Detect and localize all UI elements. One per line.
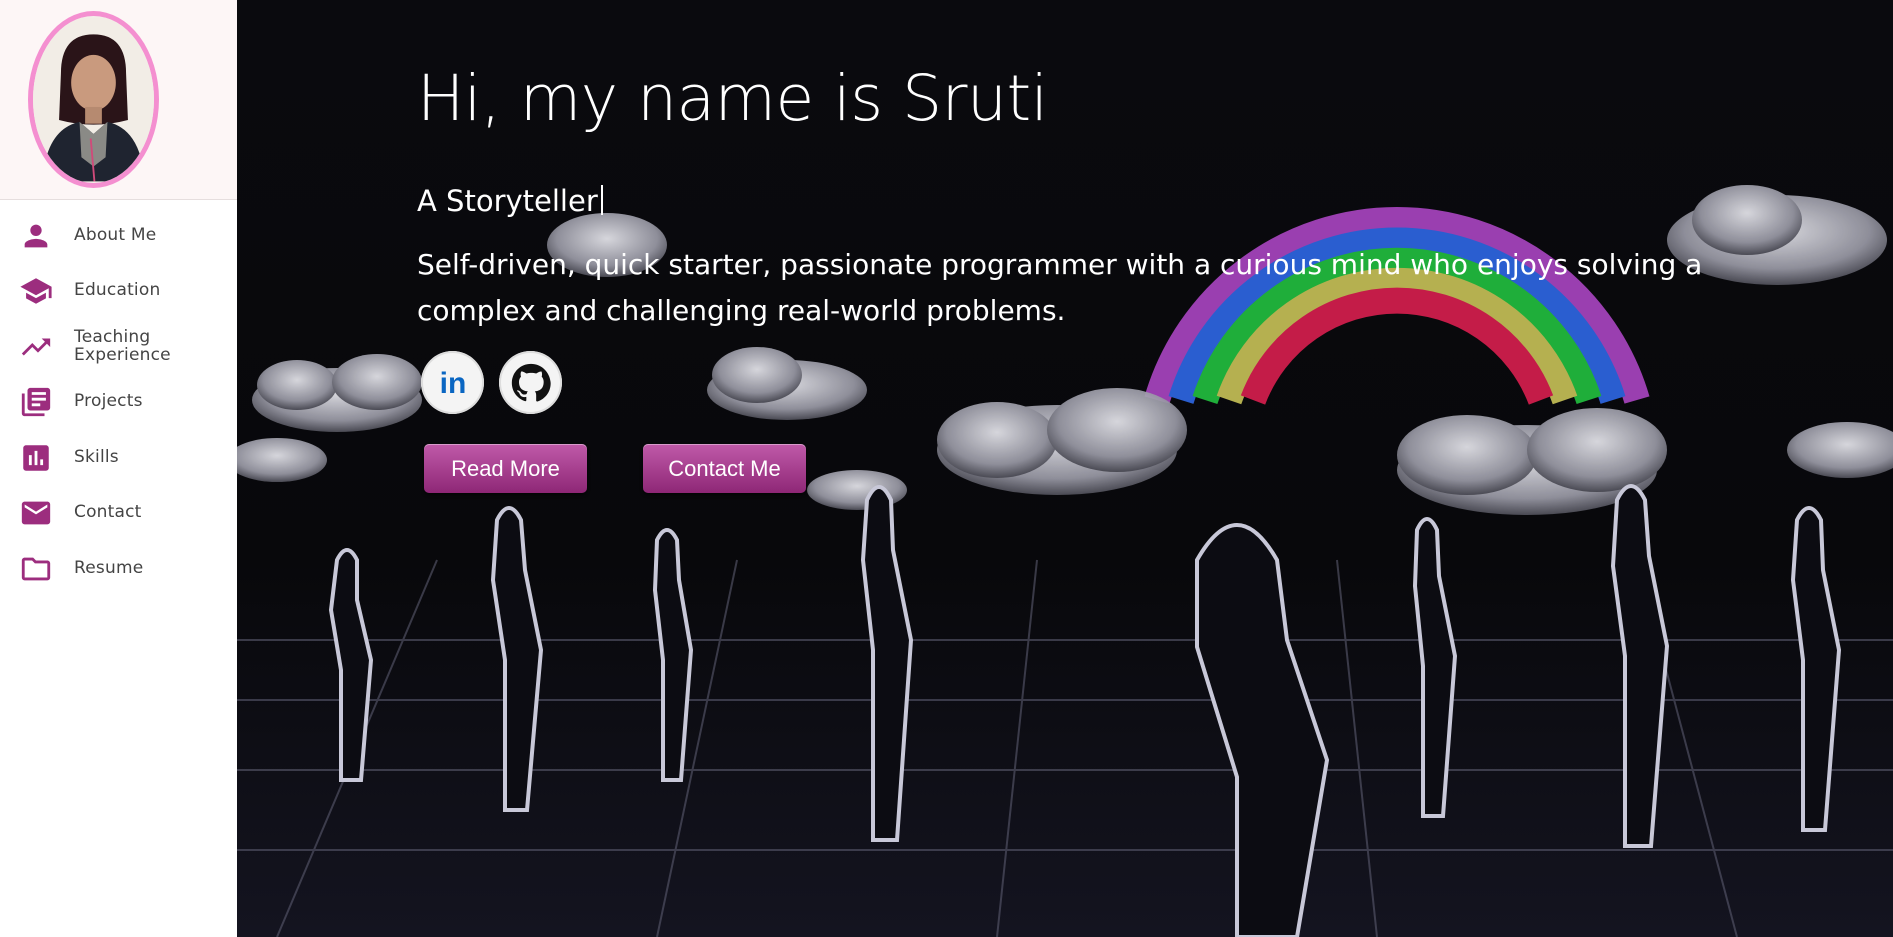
sidebar-item-label: Projects	[74, 391, 143, 412]
sidebar-item-label: Contact	[74, 502, 142, 523]
typed-subtitle: A Storyteller	[417, 184, 603, 218]
sidebar-item-label: Skills	[74, 446, 119, 467]
typing-cursor	[600, 185, 603, 215]
avatar	[28, 11, 159, 188]
linkedin-link[interactable]: in	[421, 351, 484, 414]
hero-description: Self-driven, quick starter, passionate p…	[417, 248, 1703, 327]
avatar-portrait	[33, 17, 154, 182]
sidebar-item-contact[interactable]: Contact	[0, 486, 237, 542]
sidebar-nav: About Me Education Teaching Experience P…	[0, 200, 237, 597]
sidebar-item-label: Teaching Experience	[74, 326, 171, 365]
svg-text:in: in	[439, 367, 466, 400]
contact-me-button[interactable]: Contact Me	[643, 444, 806, 493]
typed-text: A Storyteller	[417, 184, 598, 218]
sidebar-item-about-me[interactable]: About Me	[0, 208, 237, 264]
github-icon	[511, 363, 551, 402]
profile-header	[0, 0, 237, 200]
person-icon	[18, 218, 54, 254]
read-more-button[interactable]: Read More	[424, 444, 587, 493]
sidebar-item-teaching-experience[interactable]: Teaching Experience	[0, 319, 237, 375]
folder-icon	[18, 551, 54, 587]
sidebar-item-label: Resume	[74, 557, 144, 578]
page-title: Hi, my name is Sruti	[417, 62, 1048, 135]
sidebar-item-skills[interactable]: Skills	[0, 430, 237, 486]
hero-actions: Read More Contact Me	[424, 444, 806, 493]
hero-section: Hi, my name is Sruti A Storyteller Self-…	[237, 0, 1893, 937]
library-books-icon	[18, 384, 54, 420]
sidebar: About Me Education Teaching Experience P…	[0, 0, 237, 937]
trending-up-icon	[18, 329, 54, 365]
bar-chart-icon	[18, 440, 54, 476]
sidebar-item-resume[interactable]: Resume	[0, 541, 237, 597]
sidebar-item-label: Education	[74, 280, 161, 301]
sidebar-item-projects[interactable]: Projects	[0, 375, 237, 431]
graduation-cap-icon	[18, 273, 54, 309]
linkedin-icon: in	[439, 367, 466, 400]
github-link[interactable]	[499, 351, 562, 414]
sidebar-item-label: About Me	[74, 224, 157, 245]
mail-icon	[18, 495, 54, 531]
social-links: in	[421, 351, 562, 414]
sidebar-item-education[interactable]: Education	[0, 264, 237, 320]
